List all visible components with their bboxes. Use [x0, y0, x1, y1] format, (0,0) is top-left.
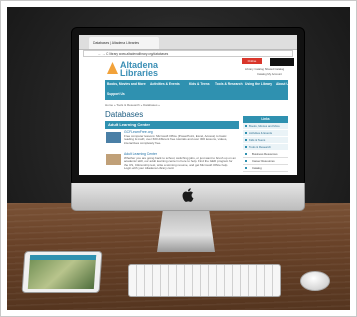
- site-logo[interactable]: Altadena Libraries: [120, 61, 159, 78]
- tablet-header-bar: [29, 255, 97, 260]
- entry-text: Whether you are going back to school, sw…: [124, 155, 236, 171]
- imac-stand: [157, 210, 215, 252]
- browser-tab[interactable]: Databases | Altadena Libraries: [89, 37, 159, 49]
- imac-screen: Databases | Altadena Libraries ← → ↻ ← →…: [79, 35, 297, 175]
- menu-item[interactable]: Books, Movies and More: [107, 82, 146, 86]
- utility-links-2[interactable]: Catalog My Account: [257, 72, 282, 76]
- entry-thumbnail[interactable]: [106, 154, 121, 165]
- list-item: Adult Learning Center Whether you are go…: [124, 152, 236, 171]
- sidebar-subitem[interactable]: Career Resources: [243, 158, 288, 165]
- sidebar-item[interactable]: Tools & Research: [243, 144, 288, 151]
- menu-item[interactable]: Tools & Research: [215, 82, 243, 86]
- menu-item[interactable]: Activities & Events: [150, 82, 180, 86]
- imac-display: Databases | Altadena Libraries ← → ↻ ← →…: [71, 27, 305, 187]
- keyboard: [128, 264, 281, 297]
- menu-item[interactable]: About Us: [276, 82, 291, 86]
- mouse: [300, 271, 330, 291]
- sidebar-item[interactable]: Kids & Teens: [243, 137, 288, 144]
- sidebar-item[interactable]: Books, Movies and More: [243, 123, 288, 130]
- web-page: Altadena Libraries Online Library Catalo…: [79, 58, 297, 175]
- tablet-screen: [27, 255, 97, 289]
- page-title: Databases: [105, 110, 144, 119]
- sidebar-subitem[interactable]: Catalog: [243, 165, 288, 172]
- utility-links[interactable]: Library Catalog Shared Catalog: [245, 67, 284, 71]
- sidebar-item[interactable]: Activities & Events: [243, 130, 288, 137]
- logo-line2: Libraries: [120, 68, 159, 78]
- entry-text: Free computer lessons: Microsoft Office …: [124, 133, 228, 145]
- photo: Databases | Altadena Libraries ← → ↻ ← →…: [7, 7, 350, 310]
- imac-chin: [71, 183, 305, 211]
- sidebar: Links Books, Movies and More Activities …: [243, 116, 288, 172]
- image-frame: Databases | Altadena Libraries ← → ↻ ← →…: [0, 0, 357, 317]
- browser-tab-bar: Databases | Altadena Libraries: [79, 35, 297, 50]
- section-header: Adult Learning Center: [105, 121, 239, 129]
- logo-triangle-icon: [107, 62, 118, 74]
- online-button[interactable]: Online: [242, 58, 262, 64]
- menu-item[interactable]: Using the Library: [245, 82, 272, 86]
- address-bar[interactable]: ← → C library www.altadenalibrary.org/da…: [83, 50, 293, 57]
- menu-item[interactable]: Kids & Teens: [189, 82, 210, 86]
- menu-item[interactable]: Support Us: [107, 92, 125, 96]
- header-black-box: [270, 58, 294, 66]
- breadcrumb[interactable]: Home » Tools & Research » Databases »: [105, 103, 160, 107]
- list-item: GCFLearnFree.org Free computer lessons: …: [124, 130, 236, 145]
- entry-thumbnail[interactable]: [106, 132, 121, 143]
- sidebar-heading: Links: [243, 116, 288, 123]
- sidebar-subitem[interactable]: Business Resources: [243, 151, 288, 158]
- apple-logo-icon: [182, 188, 194, 202]
- main-menu: Books, Movies and More Activities & Even…: [105, 80, 291, 100]
- tablet: [21, 251, 103, 293]
